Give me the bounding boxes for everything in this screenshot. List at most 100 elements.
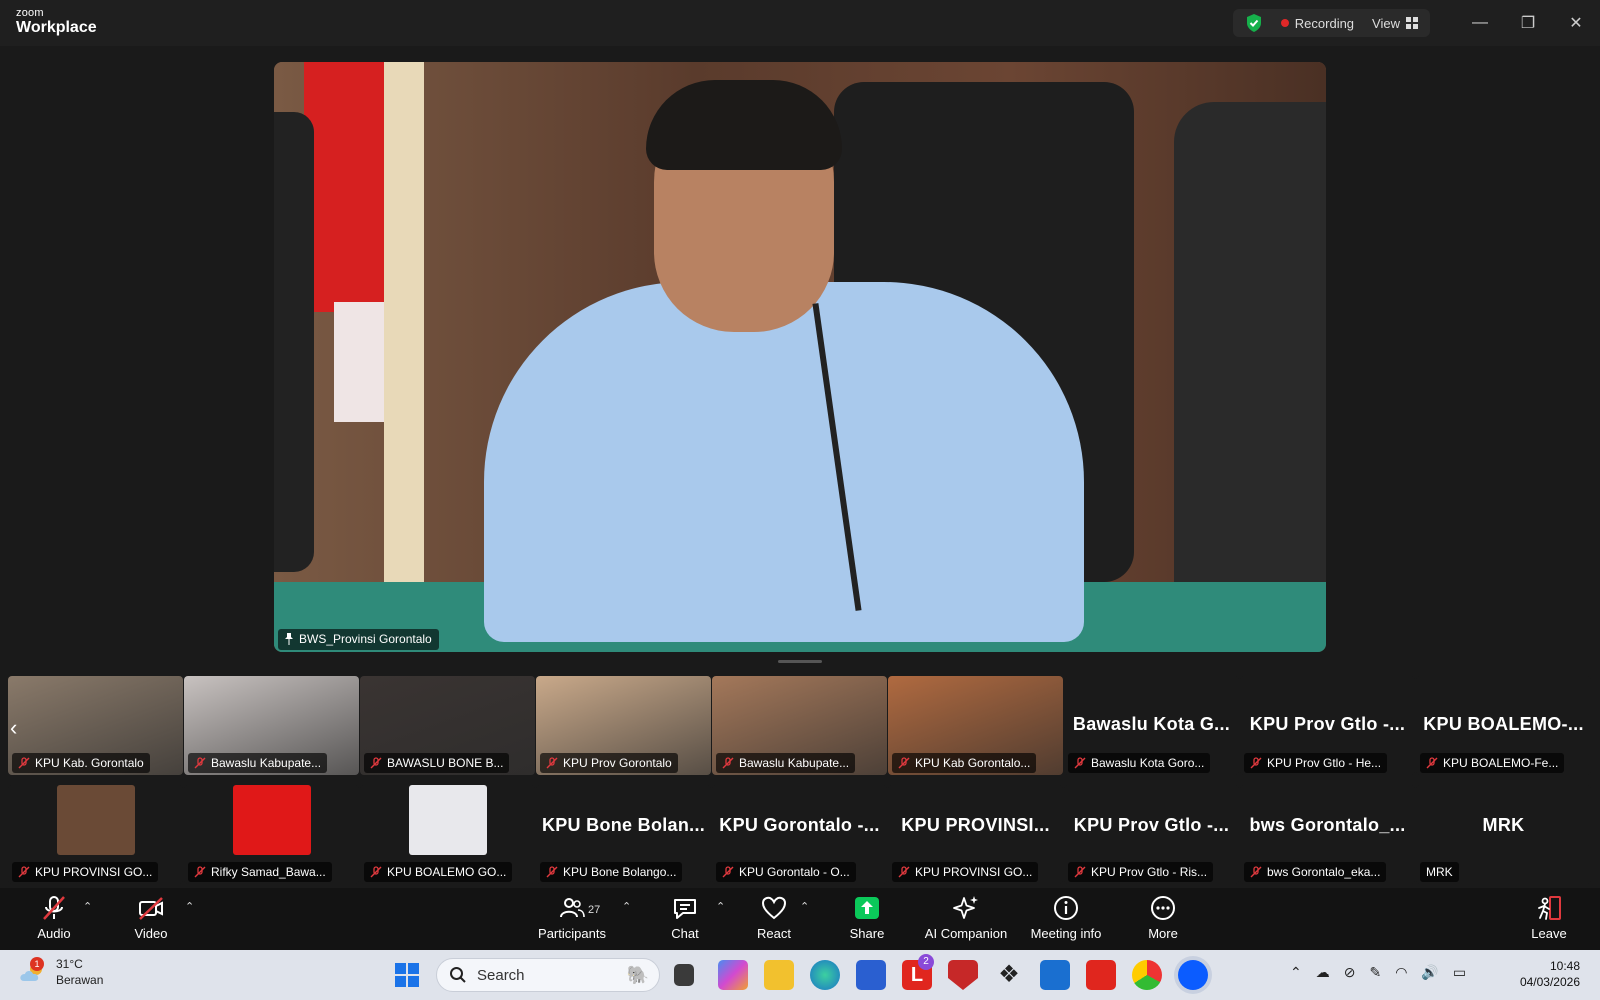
participant-name-tag: Rifky Samad_Bawa... [188, 862, 332, 882]
mic-muted-icon [18, 866, 30, 878]
weather-badge: 1 [30, 957, 44, 971]
view-button[interactable]: View [1372, 16, 1418, 31]
participant-display-name: Bawaslu Kota G... [1072, 714, 1231, 734]
participants-button[interactable]: Participants [528, 894, 616, 946]
flag-red [304, 62, 384, 312]
participant-tile[interactable]: Bawaslu Kota G... Bawaslu Kota Goro... [1064, 676, 1239, 775]
recording-indicator[interactable]: Recording [1280, 15, 1355, 31]
active-speaker-video[interactable]: BWS_Provinsi Gorontalo [274, 62, 1326, 652]
participant-display-name: KPU PROVINSI... [901, 815, 1050, 835]
store-icon[interactable] [856, 960, 886, 990]
file-explorer-icon[interactable] [764, 960, 794, 990]
participant-tile[interactable]: Bawaslu Kabupate... [712, 676, 887, 775]
participant-label: BAWASLU BONE B... [387, 756, 504, 770]
recording-label: Recording [1294, 15, 1355, 31]
mic-muted-icon [546, 866, 558, 878]
participant-tile[interactable]: KPU Kab Gorontalo... [888, 676, 1063, 775]
view-label: View [1372, 15, 1400, 31]
mic-muted-icon [1250, 866, 1262, 878]
participant-tile[interactable]: Rifky Samad_Bawa... [184, 785, 359, 884]
participant-tile[interactable]: KPU PROVINSI... KPU PROVINSI GO... [888, 785, 1063, 884]
participant-display-name: MRK [1482, 815, 1525, 835]
edge-icon[interactable] [810, 960, 840, 990]
react-caret-icon[interactable]: ⌃ [800, 900, 809, 913]
participant-tile[interactable]: KPU Prov Gtlo -... KPU Prov Gtlo - He... [1240, 676, 1415, 775]
video-button[interactable]: Video [108, 894, 194, 946]
close-button[interactable]: ✕ [1552, 0, 1600, 46]
participant-tile[interactable]: KPU Bone Bolan... KPU Bone Bolango... [536, 785, 711, 884]
chair-left [274, 112, 314, 572]
search-placeholder: Search [477, 966, 525, 984]
pen-icon[interactable]: ✎ [1369, 964, 1381, 981]
share-button[interactable]: Share [824, 894, 910, 946]
outlook-icon[interactable] [1040, 960, 1070, 990]
video-off-icon [139, 897, 163, 920]
tray-overflow-icon[interactable]: ⌃ [1290, 964, 1302, 981]
mic-muted-icon [722, 757, 734, 769]
participant-tile[interactable]: MRK MRK [1416, 785, 1591, 884]
participant-avatar [56, 785, 135, 855]
participant-label: Bawaslu Kabupate... [211, 756, 322, 770]
mic-muted-icon [1250, 757, 1262, 769]
ai-companion-button[interactable]: AI Companion [916, 894, 1016, 946]
participants-caret-icon[interactable]: ⌃ [622, 900, 631, 913]
dropbox-icon[interactable]: ❖ [994, 960, 1024, 990]
chat-caret-icon[interactable]: ⌃ [716, 900, 725, 913]
restore-button[interactable]: ❐ [1504, 0, 1552, 46]
weather-widget[interactable]: 1 31°C Berawan [18, 956, 103, 988]
participant-label: KPU Prov Gorontalo [563, 756, 672, 770]
zoom-taskbar-icon[interactable] [1178, 960, 1208, 990]
task-view-icon[interactable] [674, 964, 694, 986]
security-shield-icon[interactable] [1245, 13, 1263, 33]
participant-tile[interactable]: KPU Prov Gtlo -... KPU Prov Gtlo - Ris... [1064, 785, 1239, 884]
meeting-info-label: Meeting info [1030, 926, 1102, 941]
clock-time: 10:48 [1549, 959, 1580, 973]
windows-start-icon[interactable] [394, 962, 420, 988]
participant-display-name: KPU Prov Gtlo -... [1249, 714, 1406, 734]
onedrive-icon[interactable]: ☁ [1316, 964, 1330, 981]
video-options-caret-icon[interactable]: ⌃ [185, 900, 194, 913]
participant-name-tag: KPU Gorontalo - O... [716, 862, 856, 882]
wifi-icon[interactable]: ◠ [1395, 964, 1407, 981]
leave-label: Leave [1531, 926, 1567, 941]
participant-tile[interactable]: KPU Prov Gorontalo [536, 676, 711, 775]
participant-tile[interactable]: Bawaslu Kabupate... [184, 676, 359, 775]
participant-label: Rifky Samad_Bawa... [211, 865, 326, 879]
participant-label: Bawaslu Kota Goro... [1091, 756, 1205, 770]
participant-name-tag: KPU Kab Gorontalo... [892, 753, 1037, 773]
gallery-prev-arrow-icon[interactable]: ‹ [10, 715, 28, 741]
logo-workplace-text: Workplace [16, 19, 97, 36]
participant-tile[interactable]: bws Gorontalo_... bws Gorontalo_eka... [1240, 785, 1415, 884]
participant-label: KPU BOALEMO GO... [387, 865, 507, 879]
participant-name-tag: Bawaslu Kota Goro... [1068, 753, 1211, 773]
participant-tile[interactable]: KPU Kab. Gorontalo [8, 676, 183, 775]
resize-handle[interactable] [778, 660, 822, 663]
mic-muted-icon [546, 757, 558, 769]
meeting-info-button[interactable]: Meeting info [1018, 894, 1114, 946]
mic-muted-icon [722, 866, 734, 878]
copilot-icon[interactable] [718, 960, 748, 990]
participant-tile[interactable]: KPU BOALEMO GO... [360, 785, 535, 884]
participant-tile[interactable]: KPU Gorontalo -... KPU Gorontalo - O... [712, 785, 887, 884]
wps-icon[interactable] [1086, 960, 1116, 990]
taskbar-search[interactable]: Search 🐘 [436, 958, 660, 992]
chrome-icon[interactable] [1132, 960, 1162, 990]
participant-label: KPU Kab. Gorontalo [35, 756, 144, 770]
participant-tile[interactable]: BAWASLU BONE B... [360, 676, 535, 775]
clock[interactable]: 10:48 04/03/2026 [1520, 958, 1580, 990]
participant-tile[interactable]: KPU PROVINSI GO... [8, 785, 183, 884]
audio-options-caret-icon[interactable]: ⌃ [83, 900, 92, 913]
volume-icon[interactable]: 🔊 [1421, 964, 1438, 981]
leave-button[interactable]: Leave [1506, 894, 1592, 946]
battery-icon[interactable]: ▭ [1453, 964, 1466, 981]
minimize-button[interactable]: — [1456, 0, 1504, 46]
participant-label: KPU PROVINSI GO... [915, 865, 1033, 879]
zoom-logo: zoom Workplace [16, 8, 97, 36]
network-warning-icon[interactable]: ⊘ [1344, 964, 1356, 981]
more-button[interactable]: More [1120, 894, 1206, 946]
participant-tile[interactable]: KPU BOALEMO-... KPU BOALEMO-Fe... [1416, 676, 1591, 775]
participants-count: 27 [588, 904, 601, 916]
participant-name-tag: KPU PROVINSI GO... [12, 862, 159, 882]
mcafee-icon[interactable] [948, 960, 978, 990]
mic-muted-icon [1074, 866, 1086, 878]
